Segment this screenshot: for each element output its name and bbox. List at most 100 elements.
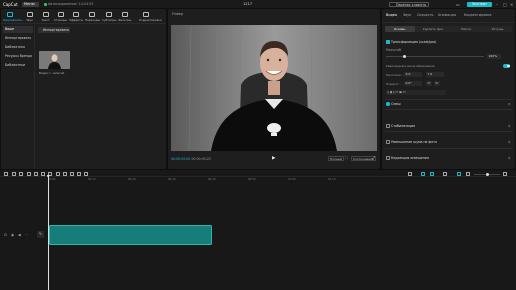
tool-adjust[interactable]: Корректировка	[139, 10, 162, 23]
position-x-field[interactable]: X 0	[404, 72, 422, 77]
flip-icon[interactable]: ⇋	[434, 81, 440, 86]
crop-icon[interactable]	[63, 171, 67, 176]
subtab-remove-bg[interactable]: Удалить фон	[417, 26, 449, 32]
scale-slider-knob[interactable]	[403, 55, 406, 58]
align-toolbar[interactable]: ▯ ▮ ▯ ▭ ▬ ▭	[386, 90, 446, 95]
transform-title: Трансформация (scale/pos)	[391, 40, 437, 44]
person-video-icon	[171, 25, 377, 151]
lighting-expand-icon[interactable]: ◇	[508, 156, 510, 160]
split-left-icon[interactable]	[34, 171, 38, 176]
rotate-label: Поворот...	[386, 82, 402, 86]
stabilize-label: Стабилизация	[391, 124, 415, 128]
rotate-ccw-icon[interactable]: ↺	[426, 81, 432, 86]
more-icon[interactable]: ⋯	[25, 233, 29, 237]
subtab-basic[interactable]: Основн.	[385, 26, 415, 32]
transform-checkbox[interactable]	[386, 40, 390, 44]
snap-icon[interactable]	[457, 171, 461, 176]
pro-button[interactable]: Перенос клиента	[389, 1, 429, 7]
sidebar-item-libraries[interactable]: Библиотеки	[3, 62, 33, 69]
menu-button[interactable]: Меню	[22, 1, 39, 7]
timecode: 00:00:00:00 00:00:45:22	[171, 157, 211, 161]
timeline-toolbar	[0, 170, 516, 177]
media-icon	[6, 11, 13, 17]
media-thumbnail[interactable]	[39, 51, 70, 69]
redo-icon[interactable]	[19, 171, 23, 176]
zoom-slider-knob[interactable]	[486, 172, 489, 176]
lock-icon[interactable]: ⊡	[4, 233, 7, 237]
tool-transitions[interactable]: Переходы	[85, 10, 100, 23]
ruler-tick-label: 00:00	[48, 178, 56, 181]
denoise-expand-icon[interactable]: ◇	[508, 140, 510, 144]
tab-speed[interactable]: Скорость	[417, 13, 434, 17]
position-label: Располож...	[386, 73, 404, 77]
main-track-header: ⊡ ◉ ◀ ⋯ ✎	[0, 225, 47, 246]
tool-filters[interactable]: Фильтры	[118, 10, 131, 23]
tab-adjust[interactable]: Корректировка	[464, 13, 491, 17]
subtab-retouch[interactable]: Ретушь	[483, 26, 512, 32]
zoom-out-icon[interactable]	[466, 171, 470, 176]
close-icon[interactable]: ×	[510, 2, 513, 7]
position-y-field[interactable]: Y 0	[426, 72, 444, 77]
minimize-icon[interactable]: –	[496, 2, 498, 7]
import-button[interactable]: Импортировать	[38, 27, 70, 33]
tool-text[interactable]: Текст	[39, 10, 52, 23]
split-right-icon[interactable]	[41, 171, 45, 176]
zoom-in-icon[interactable]	[503, 171, 507, 176]
tool-media[interactable]: Медиафайлы	[3, 10, 23, 23]
video-clip[interactable]	[49, 225, 212, 245]
eye-icon[interactable]: ◉	[11, 233, 14, 237]
mark-icon[interactable]	[56, 171, 60, 176]
tool-stickers[interactable]: Стикеры	[54, 10, 67, 23]
stabilize-expand-icon[interactable]: ◇	[508, 124, 510, 128]
timeline-ruler[interactable]: 00:00 00:10 00:20 00:30 00:40 00:50 01:0…	[48, 178, 516, 183]
mic-icon[interactable]	[408, 171, 412, 176]
cover-icon[interactable]: ✎	[37, 231, 44, 238]
autosave-status: Автосохранение: 14:24:55	[48, 2, 94, 6]
scale-value[interactable]: 100%	[487, 53, 501, 59]
denoise-checkbox[interactable]	[386, 140, 390, 144]
ruler-tick-label: 00:30	[168, 178, 176, 181]
mirror-icon[interactable]	[70, 171, 74, 176]
uniform-scale-toggle[interactable]	[503, 64, 510, 68]
fullscreen-icon[interactable]: ⤢	[371, 155, 376, 161]
full-button[interactable]: Полный	[328, 156, 344, 161]
subtab-mask[interactable]: Маска	[451, 26, 481, 32]
export-button[interactable]: Экспорт	[467, 1, 492, 7]
scale-slider[interactable]	[386, 56, 484, 57]
blend-checkbox[interactable]	[386, 102, 390, 106]
delete-icon[interactable]	[48, 171, 52, 176]
magnet-icon[interactable]	[421, 171, 425, 176]
play-icon[interactable]: ▶	[272, 156, 275, 161]
project-title[interactable]: 1217	[243, 2, 252, 6]
undo-icon[interactable]	[12, 171, 16, 176]
ruler-tick-label: 00:10	[88, 178, 96, 181]
link-icon[interactable]	[430, 171, 434, 176]
rotate-icon[interactable]	[77, 171, 81, 176]
video-preview[interactable]	[171, 25, 377, 151]
tool-audio[interactable]: Звук	[23, 10, 36, 23]
effects-icon	[72, 11, 79, 17]
crop-icon[interactable]: ⛶	[344, 155, 349, 161]
select-tool-icon[interactable]	[4, 171, 8, 176]
tab-audio[interactable]: Звук	[403, 13, 411, 17]
tab-animation[interactable]: Анимация	[438, 13, 456, 17]
tool-effects[interactable]: Эффекты	[69, 10, 83, 23]
lighting-checkbox[interactable]	[386, 156, 390, 160]
preview-axis-icon[interactable]	[443, 171, 447, 176]
stabilize-checkbox[interactable]	[386, 124, 390, 128]
layout-icon[interactable]: ▭	[456, 2, 460, 7]
tab-video[interactable]: Видео	[386, 13, 397, 17]
lighting-label: Коррекция освещения	[391, 156, 429, 160]
sidebar-item-library[interactable]: Библиотека	[3, 44, 33, 51]
split-icon[interactable]	[27, 171, 31, 176]
speaker-icon[interactable]: ◀	[18, 233, 21, 237]
rotate-field[interactable]: 0.0°	[404, 81, 422, 86]
maximize-icon[interactable]: □	[503, 2, 507, 7]
adjust-icon[interactable]	[84, 171, 88, 176]
sidebar-item-import[interactable]: Импортировать	[3, 35, 33, 42]
blend-expand-icon[interactable]: ◇	[508, 102, 510, 106]
sidebar-item-yours[interactable]: Ваше	[3, 26, 33, 33]
sidebar-item-brand[interactable]: Ресурсы бренда	[3, 53, 33, 60]
player-title: Плеер	[172, 12, 184, 16]
tool-captions[interactable]: Субтитры	[102, 10, 116, 23]
